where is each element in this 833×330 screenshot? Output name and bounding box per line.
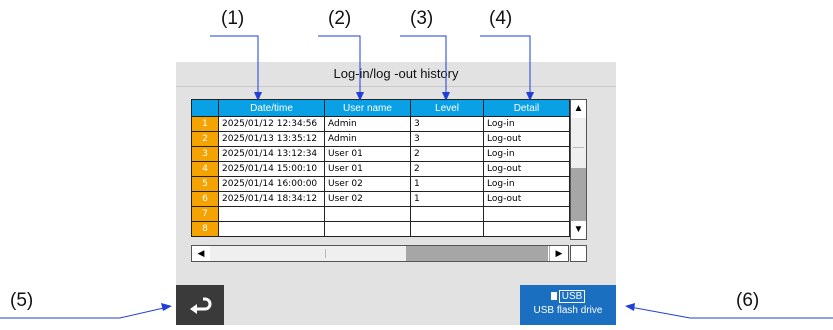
table-row[interactable]: 2 2025/01/13 13:35:12 Admin 3 Log-out (191, 131, 570, 147)
cell-level: 2 (410, 161, 484, 177)
scroll-up-button[interactable]: ▲ (571, 100, 586, 119)
history-table: Date/time User name Level Detail 1 2025/… (191, 99, 570, 237)
row-number: 8 (191, 221, 219, 237)
header-level[interactable]: Level (410, 99, 484, 117)
cell-detail: Log-in (483, 176, 570, 192)
usb-flash-drive-button[interactable]: USB USB flash drive (520, 285, 616, 325)
cell-detail: Log-out (483, 161, 570, 177)
callout-2: (2) (328, 8, 352, 29)
cell-username: User 02 (324, 191, 411, 207)
row-number: 5 (191, 176, 219, 192)
usb-icon: USB (520, 290, 616, 303)
row-number: 4 (191, 161, 219, 177)
scrollbar-corner (570, 245, 587, 262)
callout-3: (3) (410, 8, 434, 29)
cell-detail: Log-out (483, 191, 570, 207)
cell-detail: Log-in (483, 116, 570, 132)
return-arrow-icon (190, 297, 212, 314)
header-row: Date/time User name Level Detail (191, 99, 570, 117)
callout-6: (6) (736, 290, 760, 311)
cell-level (410, 221, 484, 237)
scroll-right-button[interactable]: ▶ (549, 246, 568, 261)
horizontal-scroll-grip (325, 249, 326, 258)
cell-datetime (218, 206, 325, 222)
cell-level: 3 (410, 131, 484, 147)
scroll-left-button[interactable]: ◀ (192, 246, 211, 261)
header-username[interactable]: User name (324, 99, 411, 117)
table-row[interactable]: 6 2025/01/14 18:34:12 User 02 1 Log-out (191, 191, 570, 207)
table-row[interactable]: 4 2025/01/14 15:00:10 User 01 2 Log-out (191, 161, 570, 177)
vertical-scroll-thumb[interactable] (571, 168, 586, 221)
row-number: 2 (191, 131, 219, 147)
row-number: 6 (191, 191, 219, 207)
row-number: 1 (191, 116, 219, 132)
cell-level: 3 (410, 116, 484, 132)
title-divider (176, 86, 616, 87)
horizontal-scrollbar[interactable]: ◀ ▶ (191, 245, 569, 262)
cell-username: User 02 (324, 176, 411, 192)
table-row[interactable]: 5 2025/01/14 16:00:00 User 02 1 Log-in (191, 176, 570, 192)
cell-detail (483, 206, 570, 222)
cell-datetime (218, 221, 325, 237)
cell-username (324, 221, 411, 237)
cell-username: User 01 (324, 161, 411, 177)
table-row[interactable]: 3 2025/01/14 13:12:34 User 01 2 Log-in (191, 146, 570, 162)
table-row[interactable]: 7 (191, 206, 570, 222)
cell-username: Admin (324, 131, 411, 147)
table-row[interactable]: 1 2025/01/12 12:34:56 Admin 3 Log-in (191, 116, 570, 132)
horizontal-scroll-thumb[interactable] (406, 246, 548, 261)
scroll-down-button[interactable]: ▼ (571, 220, 586, 239)
row-number: 7 (191, 206, 219, 222)
row-number: 3 (191, 146, 219, 162)
cell-datetime: 2025/01/14 13:12:34 (218, 146, 325, 162)
cell-level: 1 (410, 176, 484, 192)
cell-datetime: 2025/01/12 12:34:56 (218, 116, 325, 132)
callout-1: (1) (221, 8, 245, 29)
vertical-scroll-grip (573, 147, 584, 148)
cell-level: 1 (410, 191, 484, 207)
cell-level (410, 206, 484, 222)
header-corner (191, 99, 219, 117)
usb-button-label: USB flash drive (533, 305, 603, 316)
vertical-scroll-track[interactable] (571, 118, 586, 168)
back-button[interactable] (176, 285, 224, 325)
cell-datetime: 2025/01/14 18:34:12 (218, 191, 325, 207)
cell-level: 2 (410, 146, 484, 162)
cell-detail: Log-in (483, 146, 570, 162)
vertical-scrollbar[interactable]: ▲ ▼ (570, 99, 587, 240)
panel-title: Log-in/log -out history (333, 66, 459, 81)
cell-datetime: 2025/01/14 16:00:00 (218, 176, 325, 192)
header-datetime[interactable]: Date/time (218, 99, 325, 117)
cell-datetime: 2025/01/14 15:00:10 (218, 161, 325, 177)
cell-detail: Log-out (483, 131, 570, 147)
table-row[interactable]: 8 (191, 221, 570, 237)
horizontal-scroll-track[interactable] (210, 246, 406, 261)
callout-4: (4) (489, 8, 513, 29)
header-detail[interactable]: Detail (483, 99, 570, 117)
cell-datetime: 2025/01/13 13:35:12 (218, 131, 325, 147)
callout-5: (5) (10, 290, 34, 311)
cell-username: User 01 (324, 146, 411, 162)
cell-username: Admin (324, 116, 411, 132)
cell-detail (483, 221, 570, 237)
cell-username (324, 206, 411, 222)
